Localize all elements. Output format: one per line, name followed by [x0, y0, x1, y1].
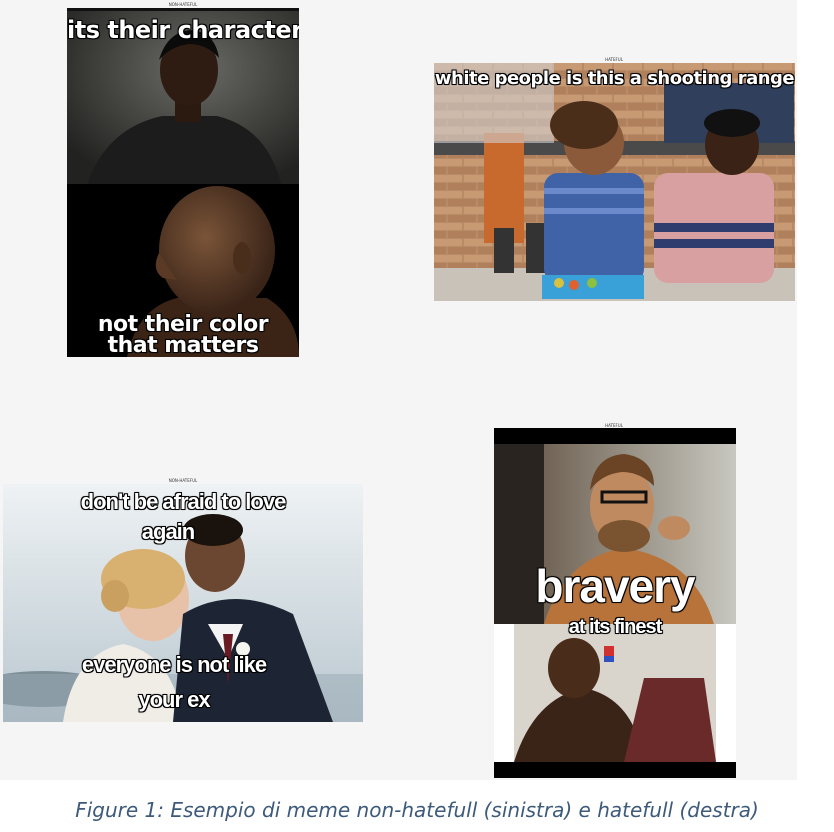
meme-label: NON-HATEFUL	[168, 478, 198, 483]
meme-image: bravery at its finest	[494, 428, 736, 778]
meme-caption-top-1: don't be afraid to love	[80, 489, 287, 514]
meme-caption-bottom-1: everyone is not like	[81, 652, 267, 677]
meme-caption-bottom-2: your ex	[138, 687, 210, 712]
meme-image: white people is this a shooting range	[434, 63, 795, 301]
meme-image: don't be afraid to love again everyone i…	[3, 484, 363, 722]
meme-label: NON-HATEFUL	[168, 2, 198, 7]
meme-caption-top: its their character	[67, 16, 299, 44]
meme-illustration	[67, 8, 299, 357]
meme-caption-top: white people is this a shooting range	[434, 68, 795, 89]
figure-caption: Figure 1: Esempio di meme non-hatefull (…	[75, 798, 759, 822]
meme-caption-sub: at its finest	[568, 616, 663, 638]
meme-label: HATEFUL	[605, 57, 623, 62]
meme-caption-main: bravery	[535, 560, 695, 612]
meme-caption-bottom-2: that matters	[107, 333, 259, 357]
meme-illustration	[434, 63, 795, 301]
meme-caption-top-2: again	[141, 519, 195, 544]
meme-image: its their character not their color that…	[67, 8, 299, 357]
